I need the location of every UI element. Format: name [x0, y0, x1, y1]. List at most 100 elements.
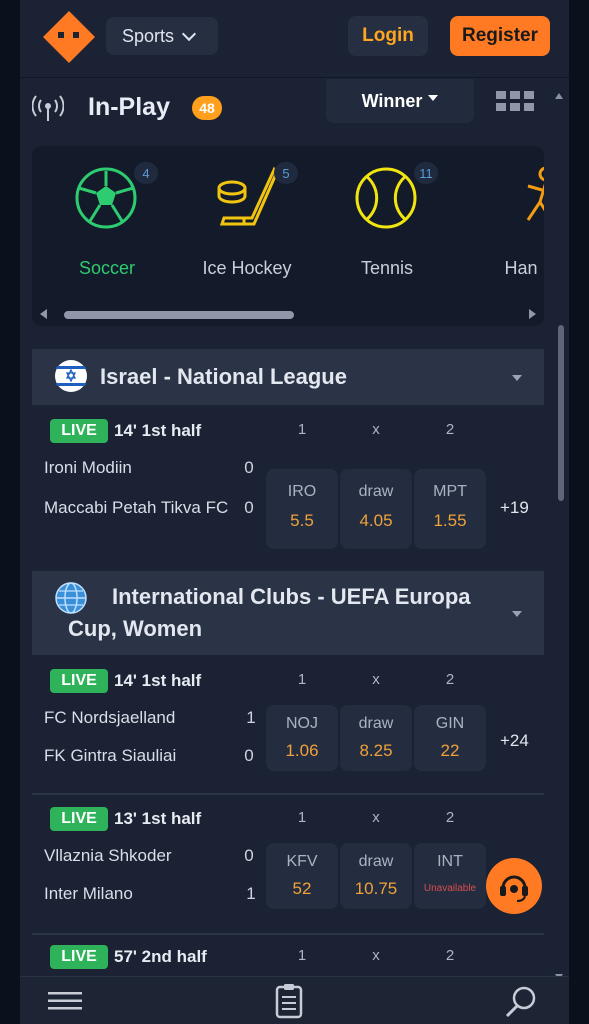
- odds-button-away[interactable]: INT Unavailable: [414, 843, 486, 909]
- main-content[interactable]: In-Play 48 Winner 4 Soccer 5 Ice Hockey …: [20, 79, 569, 976]
- chevron-down-icon[interactable]: [512, 375, 522, 381]
- odds-button-away[interactable]: GIN 22: [414, 705, 486, 771]
- odds-value: 22: [440, 741, 460, 760]
- odds-button-home[interactable]: KFV 52: [266, 843, 338, 909]
- register-button[interactable]: Register: [450, 16, 550, 56]
- home-score: 0: [244, 846, 254, 865]
- league-header[interactable]: International Clubs - UEFA Europa Cup, W…: [32, 571, 544, 655]
- broadcast-icon: [32, 95, 64, 121]
- odds-button-draw[interactable]: draw 8.25: [340, 705, 412, 771]
- live-badge: LIVE: [50, 669, 108, 693]
- soccer-ball-icon: [75, 167, 137, 229]
- row-divider: [32, 793, 544, 795]
- handball-icon: [526, 166, 544, 221]
- sport-label: Soccer: [78, 258, 136, 278]
- sports-dropdown[interactable]: Sports: [106, 17, 218, 55]
- odds-value: 4.05: [359, 511, 393, 530]
- odds-value-unavailable: Unavailable: [423, 883, 477, 894]
- odds-value: 1.06: [285, 741, 319, 760]
- odds-value: 1.55: [433, 511, 467, 530]
- brand-logo-icon[interactable]: [40, 8, 98, 66]
- sport-count-badge: 5: [274, 162, 298, 184]
- page-scrollbar-thumb[interactable]: [558, 325, 564, 501]
- grid-view-icon[interactable]: [496, 91, 534, 111]
- away-team[interactable]: Inter Milano: [44, 881, 133, 907]
- row-divider: [32, 933, 544, 935]
- israel-flag-icon: [55, 360, 87, 392]
- headset-icon: [500, 875, 528, 902]
- match-time: 13' 1st half: [114, 809, 202, 828]
- odds-value: 10.75: [354, 879, 398, 898]
- home-score: 1: [246, 708, 256, 727]
- odds-label: draw: [358, 483, 394, 500]
- odds-label: GIN: [435, 715, 465, 732]
- odds-label: draw: [358, 715, 394, 732]
- league-header[interactable]: Israel - National League: [32, 349, 544, 405]
- sport-tab-soccer[interactable]: 4 Soccer: [42, 162, 172, 292]
- carousel-scrollbar[interactable]: [38, 308, 538, 320]
- inplay-header: In-Play 48 Winner: [20, 79, 569, 141]
- column-header-x: x: [372, 671, 380, 688]
- match-row[interactable]: LIVE 13' 1st half 1 x 2 Vllaznia Shkoder…: [32, 793, 544, 933]
- right-edge: [569, 0, 589, 1024]
- column-header-1: 1: [297, 809, 307, 826]
- arrow-left-icon[interactable]: [40, 309, 47, 319]
- sports-dropdown-label: Sports: [122, 25, 175, 46]
- odds-button-home[interactable]: NOJ 1.06: [266, 705, 338, 771]
- column-header-2: 2: [445, 947, 455, 964]
- sport-tab-tennis[interactable]: 11 Tennis: [322, 162, 452, 292]
- scroll-up-arrow-icon[interactable]: [555, 93, 563, 99]
- home-team[interactable]: Ironi Modiin: [44, 455, 132, 481]
- match-row[interactable]: LIVE 57' 2nd half 1 x 2: [32, 933, 544, 976]
- column-header-x: x: [372, 809, 380, 826]
- top-header: Sports Login Register: [20, 0, 569, 78]
- column-header-2: 2: [445, 421, 455, 438]
- left-edge: [0, 0, 20, 1024]
- odds-label: KFV: [286, 853, 318, 870]
- odds-button-home[interactable]: IRO 5.5: [266, 469, 338, 549]
- away-score: 0: [244, 498, 254, 517]
- carousel-scroll-thumb[interactable]: [64, 311, 294, 319]
- more-markets-link[interactable]: +24: [500, 731, 529, 751]
- sports-carousel[interactable]: 4 Soccer 5 Ice Hockey 11 Tennis Han: [32, 146, 544, 326]
- column-header-2: 2: [445, 671, 455, 688]
- live-badge: LIVE: [50, 945, 108, 969]
- home-score: 0: [244, 458, 254, 477]
- match-row[interactable]: LIVE 14' 1st half 1 x 2 FC Nordsjaelland…: [32, 655, 544, 793]
- login-button[interactable]: Login: [348, 16, 428, 56]
- more-markets-link[interactable]: +19: [500, 498, 529, 518]
- away-team[interactable]: Maccabi Petah Tikva FC: [44, 495, 234, 521]
- away-team[interactable]: FK Gintra Siauliai: [44, 743, 176, 769]
- column-header-1: 1: [297, 421, 307, 438]
- column-header-2: 2: [445, 809, 455, 826]
- column-header-x: x: [372, 421, 380, 438]
- market-selector[interactable]: Winner: [326, 79, 474, 123]
- odds-label: IRO: [287, 483, 317, 500]
- home-team[interactable]: Vllaznia Shkoder: [44, 843, 172, 869]
- away-score: 1: [246, 884, 256, 903]
- chevron-down-icon[interactable]: [512, 611, 522, 617]
- app-frame: Sports Login Register In-Play 48 Winner: [20, 0, 569, 1024]
- odds-button-away[interactable]: MPT 1.55: [414, 469, 486, 549]
- menu-icon[interactable]: [48, 991, 82, 1011]
- support-chat-button[interactable]: [486, 858, 542, 914]
- home-team[interactable]: FC Nordsjaelland: [44, 705, 175, 731]
- sport-tab-handball[interactable]: Han: [462, 162, 544, 292]
- match-row[interactable]: LIVE 14' 1st half 1 x 2 Ironi Modiin 0 M…: [32, 405, 544, 571]
- column-header-1: 1: [297, 671, 307, 688]
- arrow-right-icon[interactable]: [529, 309, 536, 319]
- tennis-ball-icon: [355, 167, 417, 229]
- ice-hockey-icon: [217, 166, 278, 226]
- sport-tab-ice-hockey[interactable]: 5 Ice Hockey: [182, 162, 312, 292]
- odds-button-draw[interactable]: draw 4.05: [340, 469, 412, 549]
- match-time: 14' 1st half: [114, 671, 202, 690]
- search-icon[interactable]: [504, 985, 538, 1019]
- match-time: 57' 2nd half: [114, 947, 207, 966]
- odds-label: draw: [358, 853, 394, 870]
- match-time: 14' 1st half: [114, 421, 202, 440]
- market-selector-label: Winner: [361, 90, 423, 111]
- odds-button-draw[interactable]: draw 10.75: [340, 843, 412, 909]
- betslip-icon[interactable]: [274, 983, 304, 1019]
- sport-count-badge: 11: [414, 162, 438, 184]
- league-name: International Clubs - UEFA Europa Cup, W…: [68, 584, 471, 641]
